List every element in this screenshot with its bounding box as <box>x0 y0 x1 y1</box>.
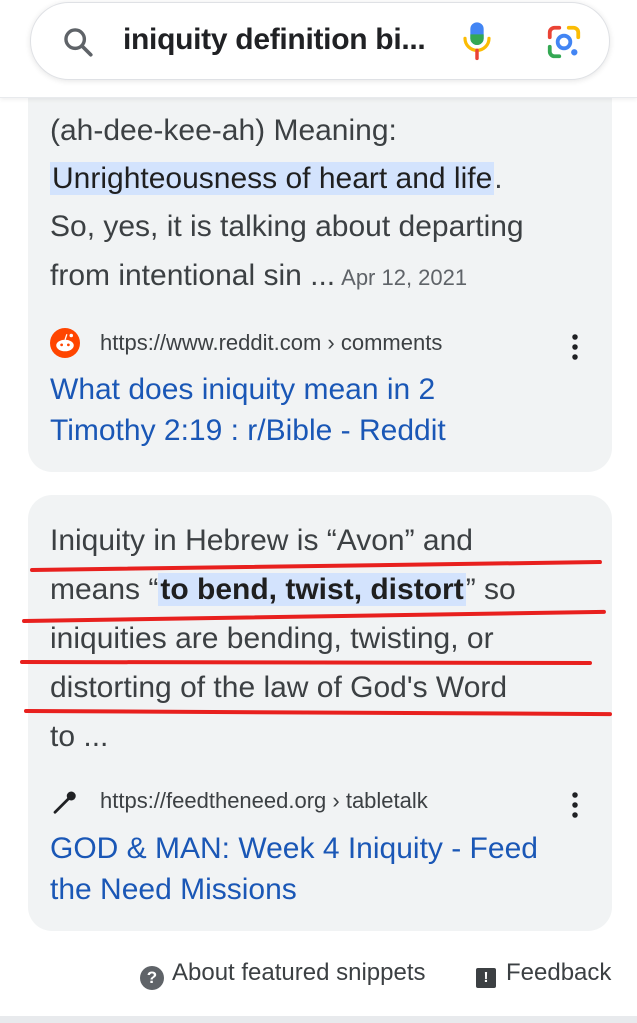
snippet-line: (ah-dee-kee-ah) Meaning: <box>50 114 397 147</box>
top-bar: iniquity definition bi... <box>0 0 637 98</box>
snippet-line: means “to bend, twist, distort” so <box>50 573 516 606</box>
result-title-link[interactable]: GOD & MAN: Week 4 Iniquity - Feed <box>50 828 538 869</box>
about-featured-snippets-link[interactable]: ? About featured snippets <box>140 959 426 990</box>
snippet-line: to ... <box>50 720 109 753</box>
search-query[interactable]: iniquity definition bi... <box>123 23 426 57</box>
result-title-link[interactable]: What does iniquity mean in 2 <box>50 369 435 410</box>
snippet-highlight: to bend, twist, distort <box>158 573 466 606</box>
source-row-feedtheneed[interactable]: https://feedtheneed.org › tabletalk <box>50 784 590 820</box>
source-url[interactable]: https://www.reddit.com › comments <box>100 326 442 360</box>
help-icon: ? <box>140 966 164 990</box>
microphone-icon[interactable] <box>461 21 493 61</box>
reddit-icon <box>50 328 80 358</box>
more-options-icon[interactable] <box>570 790 580 820</box>
search-icon[interactable] <box>61 25 95 59</box>
snippet-line: from intentional sin ... Apr 12, 2021 <box>50 259 468 292</box>
snippet-highlight: Unrighteousness of heart and life <box>50 162 495 195</box>
search-box[interactable]: iniquity definition bi... <box>30 2 610 80</box>
featured-snippet-footer: ? About featured snippets ! Feedback <box>0 955 637 999</box>
more-options-icon[interactable] <box>570 332 580 362</box>
source-row-reddit[interactable]: https://www.reddit.com › comments <box>50 326 590 362</box>
pin-icon <box>53 791 76 814</box>
result-title-link[interactable]: Timothy 2:19 : r/Bible - Reddit <box>50 410 446 451</box>
divider <box>0 1016 637 1023</box>
snippet-line: So, yes, it is talking about departing <box>50 210 524 243</box>
snippet-line: Unrighteousness of heart and life. <box>50 162 503 195</box>
feedback-icon: ! <box>476 968 496 988</box>
snippet-line: distorting of the law of God's Word <box>50 671 508 704</box>
result-title-link[interactable]: the Need Missions <box>50 869 297 910</box>
snippet-line: Iniquity in Hebrew is “Avon” and <box>50 524 473 557</box>
source-url[interactable]: https://feedtheneed.org › tabletalk <box>100 784 428 818</box>
result-date: Apr 12, 2021 <box>341 265 468 290</box>
feedback-button[interactable]: ! Feedback <box>476 959 611 988</box>
google-lens-icon[interactable] <box>545 23 583 61</box>
